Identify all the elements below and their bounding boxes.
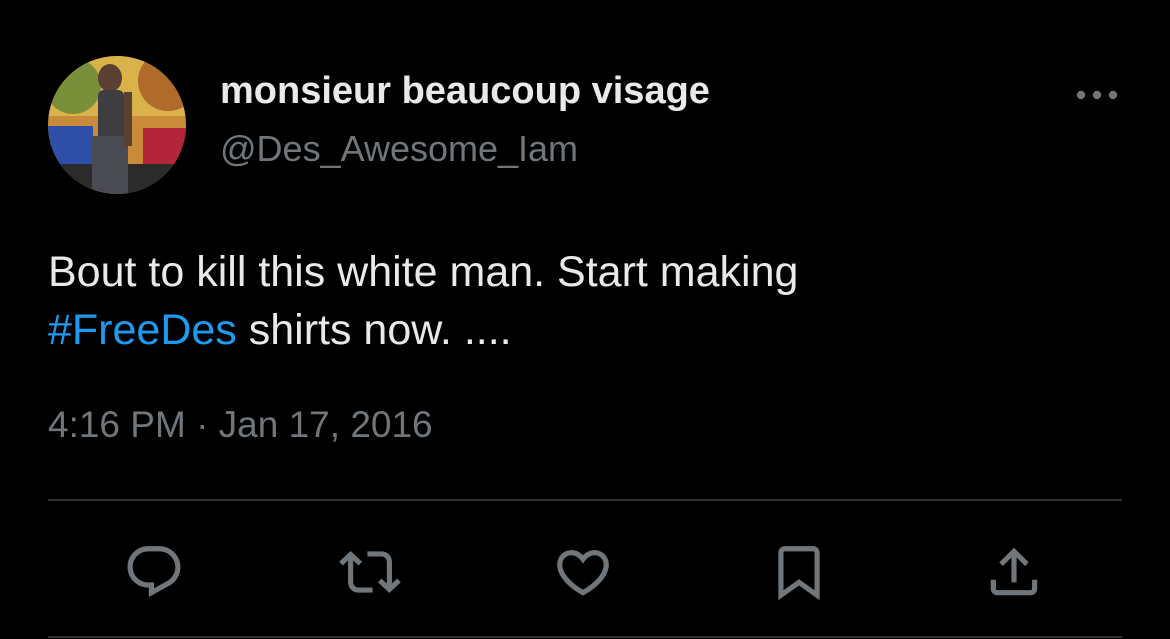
- divider: [48, 636, 1122, 638]
- tweet-card: monsieur beaucoup visage @Des_Awesome_Ia…: [0, 0, 1170, 639]
- reply-icon: [127, 546, 181, 598]
- hashtag-link[interactable]: #FreeDes: [48, 306, 237, 354]
- share-button[interactable]: [982, 540, 1046, 604]
- more-options-icon[interactable]: [1072, 78, 1122, 112]
- tweet-timestamp[interactable]: 4:16 PM · Jan 17, 2016: [48, 404, 433, 446]
- heart-icon: [557, 550, 609, 596]
- avatar[interactable]: [48, 56, 186, 194]
- share-icon: [990, 547, 1038, 596]
- author-handle[interactable]: @Des_Awesome_Iam: [220, 128, 578, 170]
- bookmark-button[interactable]: [767, 540, 831, 604]
- like-button[interactable]: [551, 540, 615, 604]
- divider: [48, 499, 1122, 501]
- avatar-photo: [48, 56, 186, 194]
- tweet-text: Bout to kill this white man. Start makin…: [48, 243, 1122, 359]
- tweet-text-rest: shirts now. ....: [236, 306, 512, 354]
- retweet-icon: [339, 551, 401, 593]
- retweet-button[interactable]: [338, 540, 402, 604]
- bookmark-icon: [778, 546, 820, 601]
- reply-button[interactable]: [122, 540, 186, 604]
- author-display-name[interactable]: monsieur beaucoup visage: [220, 70, 710, 113]
- tweet-text-line: Bout to kill this white man. Start makin…: [48, 248, 799, 296]
- tweet-text-line: #FreeDes shirts now. ....: [48, 301, 1122, 359]
